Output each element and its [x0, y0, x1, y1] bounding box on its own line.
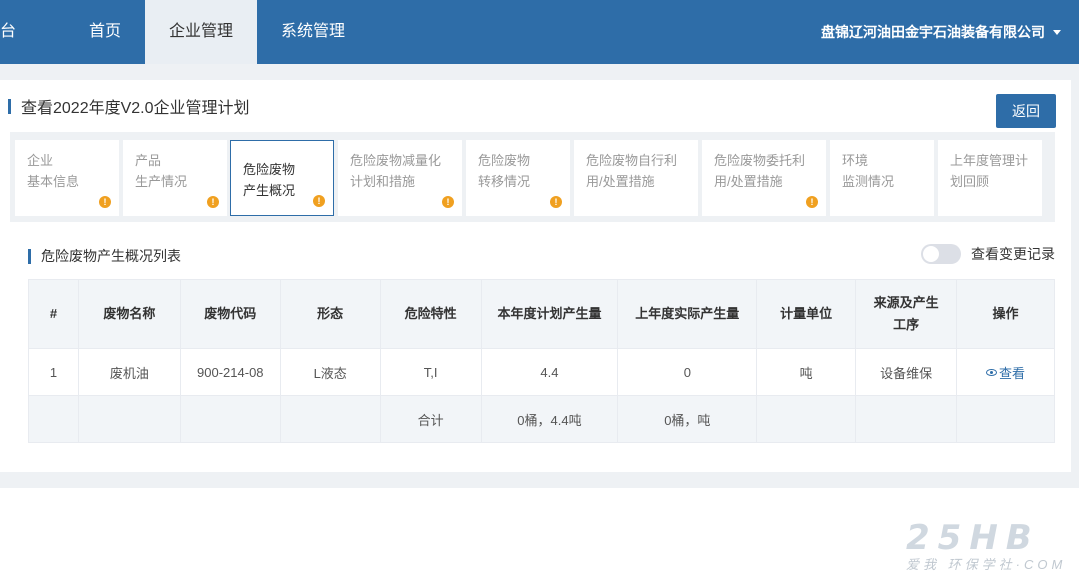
table-header-row: # 废物名称 废物代码 形态 危险特性 本年度计划产生量 上年度实际产生量 计量…	[28, 279, 1055, 349]
cell-last-amount: 0	[617, 348, 758, 396]
col-actions: 操作	[956, 279, 1055, 349]
nav-home[interactable]: 首页	[72, 0, 138, 64]
watermark-site: 环保学社·COM	[947, 557, 1067, 572]
section-header: 危险废物产生概况列表	[28, 246, 181, 266]
tab-entrusted-disposal[interactable]: 危险废物委托利 用/处置措施 !	[702, 140, 826, 216]
cell-source: 设备维保	[855, 348, 958, 396]
waste-table: # 废物名称 废物代码 形态 危险特性 本年度计划产生量 上年度实际产生量 计量…	[28, 279, 1055, 443]
caret-down-icon	[1053, 29, 1061, 35]
warning-icon: !	[207, 196, 219, 208]
col-source: 来源及产生 工序	[855, 279, 958, 349]
change-log-label: 查看变更记录	[971, 246, 1055, 262]
tab-label-line2: 产生概况	[243, 183, 296, 198]
table-row: 1 废机油 900-214-08 L液态 T,I 4.4 0 吨 设备维保 查看	[28, 348, 1055, 396]
title-accent-bar	[8, 98, 11, 114]
back-button[interactable]: 返回	[996, 94, 1056, 128]
tab-label-line1: 产品	[135, 153, 162, 168]
page-title: 查看2022年度V2.0企业管理计划	[21, 100, 250, 117]
tab-product-production[interactable]: 产品 生产情况 !	[123, 140, 227, 216]
tab-waste-reduction-plan[interactable]: 危险废物减量化 计划和措施 !	[338, 140, 462, 216]
change-log-toggle-group: 查看变更记录	[921, 244, 1055, 264]
sum-last-total: 0桶，吨	[617, 395, 758, 443]
company-dropdown[interactable]: 盘锦辽河油田金宇石油装备有限公司	[821, 0, 1061, 64]
col-form: 形态	[279, 279, 381, 349]
cell-index: 1	[28, 348, 79, 396]
section-title: 危险废物产生概况列表	[41, 248, 181, 264]
watermark-logo: 25HB 爱我 环保学社·COM	[906, 518, 1076, 574]
top-navbar: 台 首页 企业管理 系统管理 盘锦辽河油田金宇石油装备有限公司	[0, 0, 1079, 64]
tab-label-line1: 危险废物委托利	[714, 153, 806, 168]
warning-icon: !	[313, 195, 325, 207]
col-index: #	[28, 279, 79, 349]
cell-unit: 吨	[756, 348, 857, 396]
tab-label-line2: 划回顾	[950, 174, 990, 189]
summary-row: 合计 0桶，4.4吨 0桶，吨	[28, 395, 1055, 443]
cell-waste-name: 废机油	[77, 348, 181, 396]
company-name: 盘锦辽河油田金宇石油装备有限公司	[821, 24, 1045, 40]
col-unit: 计量单位	[756, 279, 857, 349]
tab-label-line2: 基本信息	[27, 174, 80, 189]
tab-label-line2: 监测情况	[842, 174, 895, 189]
tab-label-line2: 转移情况	[478, 174, 531, 189]
sum-cell-empty	[756, 395, 857, 443]
cell-waste-code: 900-214-08	[179, 348, 281, 396]
watermark-small-text: 爱我 环保学社·COM	[906, 554, 1066, 573]
cell-hazard: T,I	[379, 348, 482, 396]
cell-plan-amount: 4.4	[480, 348, 619, 396]
sum-cell-empty	[179, 395, 281, 443]
tab-label-line2: 用/处置措施	[714, 174, 783, 189]
tab-environment-monitoring[interactable]: 环境 监测情况	[830, 140, 934, 216]
section-accent-bar	[28, 248, 31, 264]
col-hazard: 危险特性	[379, 279, 482, 349]
tab-label-line1: 环境	[842, 153, 869, 168]
tab-label-line2: 计划和措施	[350, 174, 416, 189]
col-source-line1: 来源及产生	[873, 295, 939, 310]
tab-hazardous-waste-overview[interactable]: 危险废物 产生概况 !	[230, 140, 334, 216]
sum-cell-empty	[28, 395, 79, 443]
col-source-line2: 工序	[893, 317, 920, 332]
tab-last-year-review[interactable]: 上年度管理计 划回顾	[938, 140, 1042, 216]
tab-label-line2: 用/处置措施	[586, 174, 655, 189]
nav-enterprise-management[interactable]: 企业管理	[145, 0, 257, 64]
page-header: 查看2022年度V2.0企业管理计划	[8, 96, 250, 117]
sum-plan-total: 0桶，4.4吨	[480, 395, 619, 443]
tab-self-disposal[interactable]: 危险废物自行利 用/处置措施	[574, 140, 698, 216]
tab-label-line1: 危险废物	[243, 162, 296, 177]
sum-cell-empty	[855, 395, 958, 443]
tab-label-line1: 危险废物减量化	[350, 153, 442, 168]
col-plan-amount: 本年度计划产生量	[480, 279, 619, 349]
tab-label-line1: 危险废物	[478, 153, 531, 168]
tab-waste-transfer[interactable]: 危险废物 转移情况 !	[466, 140, 570, 216]
sum-cell-empty	[279, 395, 381, 443]
warning-icon: !	[806, 196, 818, 208]
tab-label-line1: 上年度管理计	[950, 153, 1029, 168]
sum-label: 合计	[379, 395, 482, 443]
col-waste-code: 废物代码	[179, 279, 281, 349]
view-label: 查看	[999, 365, 1026, 381]
cell-form: L液态	[279, 348, 381, 396]
toggle-knob	[923, 246, 939, 262]
watermark-badge: 爱我	[906, 557, 941, 572]
warning-icon: !	[99, 196, 111, 208]
tab-label-line1: 危险废物自行利	[586, 153, 678, 168]
watermark-big-text: 25HB	[906, 518, 1040, 558]
change-log-toggle[interactable]	[921, 244, 961, 264]
nav-system-management[interactable]: 系统管理	[266, 0, 360, 64]
tab-label-line2: 生产情况	[135, 174, 188, 189]
col-last-amount: 上年度实际产生量	[617, 279, 758, 349]
warning-icon: !	[550, 196, 562, 208]
col-waste-name: 废物名称	[77, 279, 181, 349]
brand-title: 台	[0, 23, 17, 40]
tab-label-line1: 企业	[27, 153, 54, 168]
sum-cell-empty	[956, 395, 1055, 443]
eye-icon	[986, 368, 997, 376]
tab-enterprise-info[interactable]: 企业 基本信息 !	[15, 140, 119, 216]
warning-icon: !	[442, 196, 454, 208]
view-link[interactable]: 查看	[986, 363, 1025, 382]
cell-actions: 查看	[956, 348, 1055, 396]
sum-cell-empty	[77, 395, 181, 443]
